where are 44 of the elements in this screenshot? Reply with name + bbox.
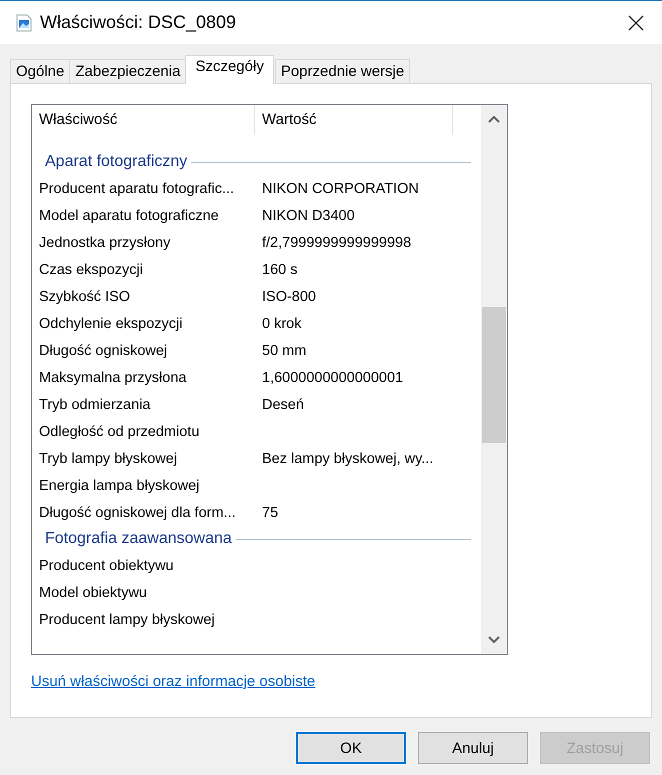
property-name: Energia lampa błyskowej: [38, 478, 200, 494]
property-value: 50 mm: [261, 342, 306, 358]
property-value: NIKON D3400: [261, 208, 355, 224]
column-header[interactable]: Wartość: [255, 105, 453, 135]
property-name: Odchylenie ekspozycji: [38, 316, 184, 332]
dialog-button[interactable]: Anuluj: [418, 732, 528, 764]
property-name: Producent aparatu fotografic...: [38, 180, 236, 196]
property-name: Model obiektywu: [38, 584, 148, 600]
dialog-button[interactable]: OK: [296, 732, 406, 764]
remove-properties-link[interactable]: Usuń właściwości oraz informacje osobiste: [31, 673, 316, 690]
property-value: 0 krok: [261, 316, 302, 332]
property-name: Czas ekspozycji: [38, 262, 144, 278]
group-header: Aparat fotograficzny: [45, 153, 188, 171]
property-name: Szybkość ISO: [38, 288, 132, 304]
property-name: Tryb odmierzania: [38, 396, 152, 412]
property-value: ISO-800: [261, 288, 316, 304]
property-name: Tryb lampy błyskowej: [38, 450, 178, 466]
tab[interactable]: Szczegóły: [185, 55, 274, 84]
close-icon[interactable]: [628, 14, 644, 30]
property-name: Model aparatu fotograficzne: [38, 208, 220, 224]
property-name: Długość ogniskowej dla form...: [38, 504, 237, 520]
property-value: NIKON CORPORATION: [261, 180, 419, 196]
property-name: Producent lampy błyskowej: [38, 612, 216, 628]
property-name: Odległość od przedmiotu: [38, 424, 200, 440]
image-file-icon: [16, 14, 32, 32]
scrollbar-thumb[interactable]: [482, 307, 506, 443]
column-header[interactable]: Właściwość: [32, 105, 255, 135]
property-value: 75: [261, 504, 278, 520]
property-value: 1,6000000000000001: [261, 370, 404, 386]
tab[interactable]: Poprzednie wersje: [274, 59, 410, 83]
property-value: f/2,7999999999999998: [261, 234, 412, 250]
scrollbar[interactable]: [481, 105, 507, 654]
window-title: Właściwości: DSC_0809: [40, 12, 238, 33]
property-value: 160 s: [261, 262, 298, 278]
property-name: Długość ogniskowej: [38, 342, 168, 358]
property-value: Deseń: [261, 396, 304, 412]
tab[interactable]: Ogólne: [10, 59, 70, 83]
property-name: Maksymalna przysłona: [38, 370, 188, 386]
property-name: Jednostka przysłony: [38, 234, 172, 250]
property-name: Producent obiektywu: [38, 558, 175, 574]
group-header: Fotografia zaawansowana: [45, 530, 233, 548]
scroll-down-icon[interactable]: [488, 636, 500, 644]
property-value: Bez lampy błyskowej, wy...: [261, 450, 434, 466]
scroll-up-icon[interactable]: [488, 115, 500, 123]
